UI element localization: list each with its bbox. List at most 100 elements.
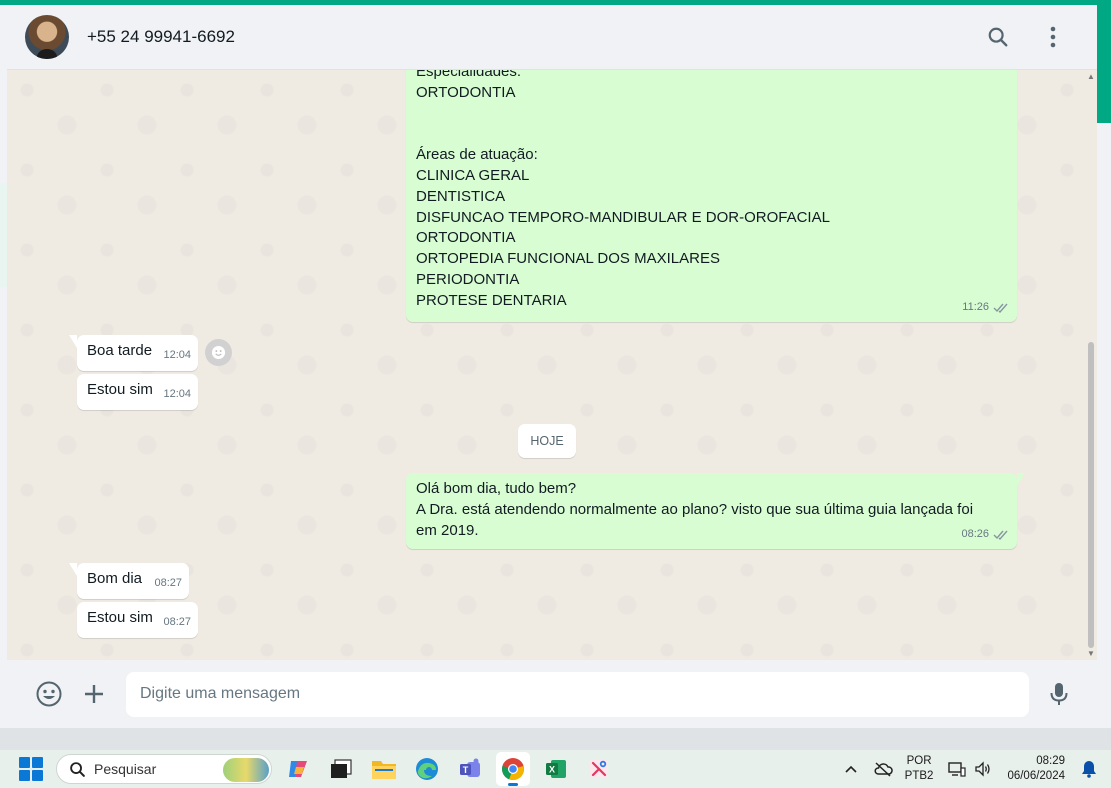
incoming-message[interactable]: Estou sim 08:27 [77,602,198,638]
scroll-up-arrow-icon[interactable]: ▲ [1087,72,1095,81]
double-check-icon [993,302,1009,314]
incoming-message[interactable]: Boa tarde 12:04 [69,335,198,371]
emoji-button[interactable] [33,678,65,710]
message-text: Boa tarde [87,342,153,359]
clock-date: 06/06/2024 [1007,770,1065,782]
clock-time: 08:29 [1036,755,1065,767]
background-window-edge-left [0,5,7,728]
chat-scrollbar[interactable]: ▲ ▼ [1087,70,1095,660]
taskbar-app-snipping-tool[interactable] [582,752,616,786]
message-time: 08:27 [154,577,182,590]
notifications-button[interactable] [1077,757,1101,781]
taskbar-search[interactable]: Pesquisar [56,754,272,784]
taskbar-app-teams[interactable]: T [453,752,487,786]
taskbar-app-copilot[interactable] [281,752,315,786]
keyboard-layout: PTB2 [904,770,934,782]
input-language[interactable]: POR PTB2 [905,754,934,784]
taskbar-app-edge[interactable] [410,752,444,786]
incoming-message[interactable]: Estou sim 12:04 [77,374,198,410]
taskbar-app-excel[interactable]: X [539,752,573,786]
message-time: 12:04 [163,349,191,362]
system-tray: POR PTB2 08:29 06/06/2024 [831,750,1111,788]
chevron-up-icon [845,765,857,773]
svg-text:T: T [463,765,469,775]
scrollbar-thumb[interactable] [1088,342,1094,648]
search-icon [988,27,1008,47]
message-meta: 08:26 [961,524,1009,545]
teams-icon: T [460,758,480,777]
message-line: ORTODONTIA [416,83,516,101]
message-meta: 11:26 [962,297,1009,318]
message-line: Especialidades: [416,70,522,80]
message-meta: 08:27 [163,612,191,633]
cloud-offline-icon [874,762,893,777]
windows-start-icon[interactable] [19,757,43,781]
taskbar-app-task-view[interactable] [324,752,358,786]
task-view-icon [331,759,352,778]
message-time: 12:04 [163,388,191,401]
outgoing-message[interactable]: Olá bom dia, tudo bem? A Dra. está atend… [406,473,1025,549]
react-button[interactable] [205,339,232,366]
copilot-icon [289,761,307,777]
tray-overflow-button[interactable] [839,757,863,781]
microphone-icon [1050,683,1068,705]
smiley-icon [211,345,226,360]
kebab-menu-icon [1050,26,1056,48]
message-text: Estou sim [87,609,153,626]
message-time: 11:26 [962,301,989,314]
message-line: A Dra. está atendendo normalmente ao pla… [416,500,974,518]
bell-icon [1082,761,1096,778]
taskbar-search-label: Pesquisar [94,761,157,777]
tray-network[interactable] [945,757,969,781]
search-icon [69,761,86,778]
message-line: ORTOPEDIA FUNCIONAL DOS MAXILARES [416,250,720,268]
incoming-message[interactable]: Bom dia 08:27 [69,563,189,599]
message-time: 08:27 [163,616,191,629]
folder-icon [372,761,396,779]
header-actions [978,17,1073,57]
chat-header[interactable]: +55 24 99941-6692 [7,5,1097,70]
message-time: 08:26 [961,528,989,541]
contact-name[interactable]: +55 24 99941-6692 [87,27,235,47]
taskbar-app-file-explorer[interactable] [367,752,401,786]
taskbar: Pesquisar T X POR PTB2 08:29 06/06/2024 [0,750,1111,788]
message-line: Olá bom dia, tudo bem? [416,480,577,497]
message-line: PERIODONTIA [416,270,520,288]
message-line: CLINICA GERAL [416,166,530,184]
contact-avatar[interactable] [25,15,69,59]
attach-button[interactable] [78,678,110,710]
snipping-tool-icon [590,760,608,778]
background-window-edge-right [1097,5,1111,728]
search-button[interactable] [978,17,1018,57]
window-bottom-gap [0,728,1111,750]
message-line: ORTODONTIA [416,229,516,247]
message-line: DISFUNCAO TEMPORO-MANDIBULAR E DOR-OROFA… [416,208,830,226]
speaker-icon [975,761,991,777]
chrome-browser-icon [502,758,524,781]
language-code: POR [906,755,932,767]
outgoing-message[interactable]: Especialidades: ORTODONTIA Áreas de atua… [406,70,1017,322]
taskbar-clock[interactable]: 08:29 06/06/2024 [1007,754,1065,784]
tray-onedrive[interactable] [871,757,895,781]
message-text: Estou sim [87,381,153,398]
message-composer [7,660,1097,728]
menu-button[interactable] [1033,17,1073,57]
emoji-icon [36,681,62,707]
excel-icon: X [546,760,566,778]
message-input[interactable] [126,671,1029,717]
svg-text:X: X [549,765,555,775]
taskbar-app-chrome[interactable] [496,752,530,786]
scroll-down-arrow-icon[interactable]: ▼ [1087,649,1095,658]
search-highlight-image [223,758,269,782]
message-meta: 12:04 [163,384,191,405]
message-line: em 2019. [416,521,479,539]
network-icon [948,762,967,777]
message-text: Bom dia [87,570,143,587]
chat-messages-area[interactable]: Especialidades: ORTODONTIA Áreas de atua… [7,70,1097,660]
edge-browser-icon [416,758,438,780]
tray-volume[interactable] [971,757,995,781]
double-check-icon [993,529,1009,541]
message-meta: 12:04 [163,345,191,366]
date-separator: HOJE [518,424,576,458]
voice-message-button[interactable] [1043,678,1075,710]
